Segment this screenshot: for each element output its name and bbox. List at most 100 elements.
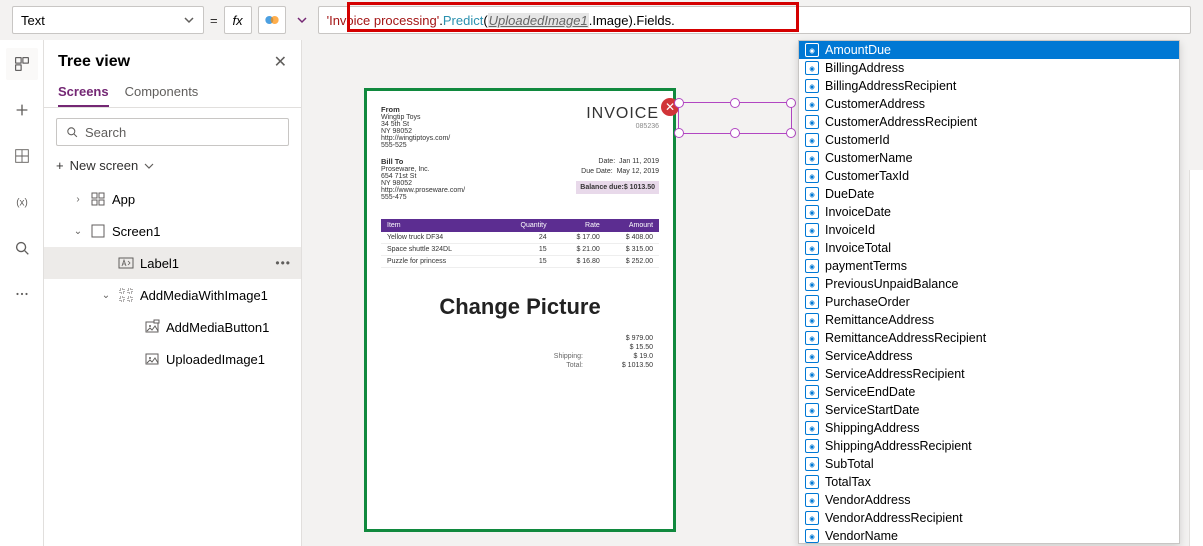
- dropdown-item-RemittanceAddress[interactable]: ◉RemittanceAddress: [799, 311, 1179, 329]
- dropdown-item-label: VendorAddressRecipient: [825, 511, 963, 525]
- rail-more[interactable]: [6, 278, 38, 310]
- fx-button[interactable]: fx: [224, 6, 252, 34]
- billto-block: Proseware, Inc.654 71st StNY 98052http:/…: [381, 166, 465, 201]
- dropdown-item-DueDate[interactable]: ◉DueDate: [799, 185, 1179, 203]
- dropdown-item-label: PurchaseOrder: [825, 295, 910, 309]
- tree-item-label: App: [112, 192, 135, 207]
- dropdown-item-CustomerId[interactable]: ◉CustomerId: [799, 131, 1179, 149]
- rail-variables[interactable]: (x): [6, 186, 38, 218]
- tree-item-addmediawithimage1[interactable]: ⌄AddMediaWithImage1: [44, 279, 301, 311]
- app-icon: [90, 191, 106, 207]
- field-icon: ◉: [805, 79, 819, 93]
- field-icon: ◉: [805, 187, 819, 201]
- field-icon: ◉: [805, 529, 819, 543]
- resize-handle[interactable]: [674, 128, 684, 138]
- billto-label: Bill To: [381, 157, 465, 166]
- selected-label-control[interactable]: [678, 102, 792, 134]
- change-picture-label[interactable]: Change Picture: [381, 294, 659, 320]
- dropdown-item-PreviousUnpaidBalance[interactable]: ◉PreviousUnpaidBalance: [799, 275, 1179, 293]
- dropdown-item-paymentTerms[interactable]: ◉ paymentTerms: [799, 257, 1179, 275]
- screen-icon: [90, 223, 106, 239]
- dropdown-item-label: SubTotal: [825, 457, 874, 471]
- dropdown-item-VendorAddress[interactable]: ◉VendorAddress: [799, 491, 1179, 509]
- dropdown-item-ServiceAddressRecipient[interactable]: ◉ServiceAddressRecipient: [799, 365, 1179, 383]
- copilot-icon: [264, 12, 280, 28]
- dropdown-item-BillingAddress[interactable]: ◉BillingAddress: [799, 59, 1179, 77]
- image-icon: [144, 351, 160, 367]
- tree-item-label1[interactable]: Label1 •••: [44, 247, 301, 279]
- field-icon: ◉: [805, 133, 819, 147]
- dropdown-item-label: paymentTerms: [825, 259, 907, 273]
- tree-item-uploadedimage1[interactable]: UploadedImage1: [44, 343, 301, 375]
- dropdown-item-ServiceStartDate[interactable]: ◉ServiceStartDate: [799, 401, 1179, 419]
- field-icon: ◉: [805, 421, 819, 435]
- table-row: Yellow truck DF3424$ 17.00$ 408.00: [381, 232, 659, 244]
- dropdown-item-label: PreviousUnpaidBalance: [825, 277, 958, 291]
- dropdown-item-InvoiceTotal[interactable]: ◉InvoiceTotal: [799, 239, 1179, 257]
- dropdown-item-TotalTax[interactable]: ◉TotalTax: [799, 473, 1179, 491]
- uploaded-image-preview[interactable]: From Wingtip Toys34 5th StNY 98052http:/…: [364, 88, 676, 532]
- dropdown-item-CustomerAddressRecipient[interactable]: ◉CustomerAddressRecipient: [799, 113, 1179, 131]
- rail-insert[interactable]: [6, 94, 38, 126]
- new-screen-button[interactable]: + New screen: [56, 158, 289, 173]
- formula-param-obj: UploadedImage1: [488, 13, 589, 28]
- tree-item-addmediabutton1[interactable]: AddMediaButton1: [44, 311, 301, 343]
- tree-close[interactable]: ✕: [274, 52, 287, 72]
- dropdown-item-CustomerTaxId[interactable]: ◉CustomerTaxId: [799, 167, 1179, 185]
- dropdown-item-InvoiceDate[interactable]: ◉InvoiceDate: [799, 203, 1179, 221]
- dropdown-item-ShippingAddressRecipient[interactable]: ◉ShippingAddressRecipient: [799, 437, 1179, 455]
- dropdown-item-InvoiceId[interactable]: ◉InvoiceId: [799, 221, 1179, 239]
- dropdown-item-ServiceEndDate[interactable]: ◉ServiceEndDate: [799, 383, 1179, 401]
- dropdown-item-CustomerName[interactable]: ◉CustomerName: [799, 149, 1179, 167]
- dropdown-item-ServiceAddress[interactable]: ◉ServiceAddress: [799, 347, 1179, 365]
- dropdown-item-ShippingAddress[interactable]: ◉ShippingAddress: [799, 419, 1179, 437]
- tab-components[interactable]: Components: [125, 78, 199, 107]
- field-icon: ◉: [805, 259, 819, 273]
- table-row: Space shuttle 324DL15$ 21.00$ 315.00: [381, 244, 659, 256]
- intellisense-dropdown[interactable]: ◉AmountDue◉BillingAddress◉BillingAddress…: [798, 40, 1180, 544]
- formula-expand[interactable]: [292, 6, 312, 34]
- dropdown-item-VendorAddressRecipient[interactable]: ◉VendorAddressRecipient: [799, 509, 1179, 527]
- formula-bar: Text = fx 'Invoice processing'.Predict(U…: [12, 4, 1191, 36]
- dropdown-item-label: VendorAddress: [825, 493, 910, 507]
- tree-item-app[interactable]: ›App: [44, 183, 301, 215]
- dropdown-item-RemittanceAddressRecipient[interactable]: ◉RemittanceAddressRecipient: [799, 329, 1179, 347]
- property-name: Text: [21, 13, 45, 28]
- dropdown-item-label: InvoiceId: [825, 223, 875, 237]
- dropdown-item-label: ServiceEndDate: [825, 385, 915, 399]
- field-icon: ◉: [805, 457, 819, 471]
- tree-item-label: Screen1: [112, 224, 160, 239]
- dropdown-item-VendorName[interactable]: ◉VendorName: [799, 527, 1179, 544]
- tree-item-screen1[interactable]: ⌄Screen1: [44, 215, 301, 247]
- resize-handle[interactable]: [786, 128, 796, 138]
- invoice-title: INVOICE: [586, 105, 659, 123]
- property-selector[interactable]: Text: [12, 6, 204, 34]
- right-panel-edge: [1189, 170, 1203, 546]
- tree-search[interactable]: Search: [56, 118, 289, 146]
- dropdown-item-CustomerAddress[interactable]: ◉CustomerAddress: [799, 95, 1179, 113]
- tree-tabs: Screens Components: [44, 78, 301, 108]
- dropdown-item-label: ServiceAddressRecipient: [825, 367, 965, 381]
- tree-item-label: AddMediaButton1: [166, 320, 269, 335]
- tree-list: ›App⌄Screen1 Label1 ••• ⌄AddMediaWithImage1…: [44, 183, 301, 546]
- more-icon[interactable]: •••: [275, 256, 291, 270]
- dropdown-item-label: InvoiceDate: [825, 205, 891, 219]
- formula-string: 'Invoice processing': [327, 13, 440, 28]
- tree-item-label: Label1: [140, 256, 179, 271]
- dropdown-item-AmountDue[interactable]: ◉AmountDue: [799, 41, 1179, 59]
- resize-handle[interactable]: [786, 98, 796, 108]
- resize-handle[interactable]: [730, 98, 740, 108]
- field-icon: ◉: [805, 295, 819, 309]
- chevron-down-icon: [183, 14, 195, 26]
- rail-data[interactable]: [6, 140, 38, 172]
- rail-tree[interactable]: [6, 48, 38, 80]
- resize-handle[interactable]: [730, 128, 740, 138]
- copilot-button[interactable]: [258, 6, 286, 34]
- rail-search[interactable]: [6, 232, 38, 264]
- resize-handle[interactable]: [674, 98, 684, 108]
- dropdown-item-SubTotal[interactable]: ◉ SubTotal: [799, 455, 1179, 473]
- tab-screens[interactable]: Screens: [58, 78, 109, 107]
- dropdown-item-BillingAddressRecipient[interactable]: ◉BillingAddressRecipient: [799, 77, 1179, 95]
- formula-input[interactable]: 'Invoice processing'.Predict(UploadedIma…: [318, 6, 1191, 34]
- dropdown-item-PurchaseOrder[interactable]: ◉ PurchaseOrder: [799, 293, 1179, 311]
